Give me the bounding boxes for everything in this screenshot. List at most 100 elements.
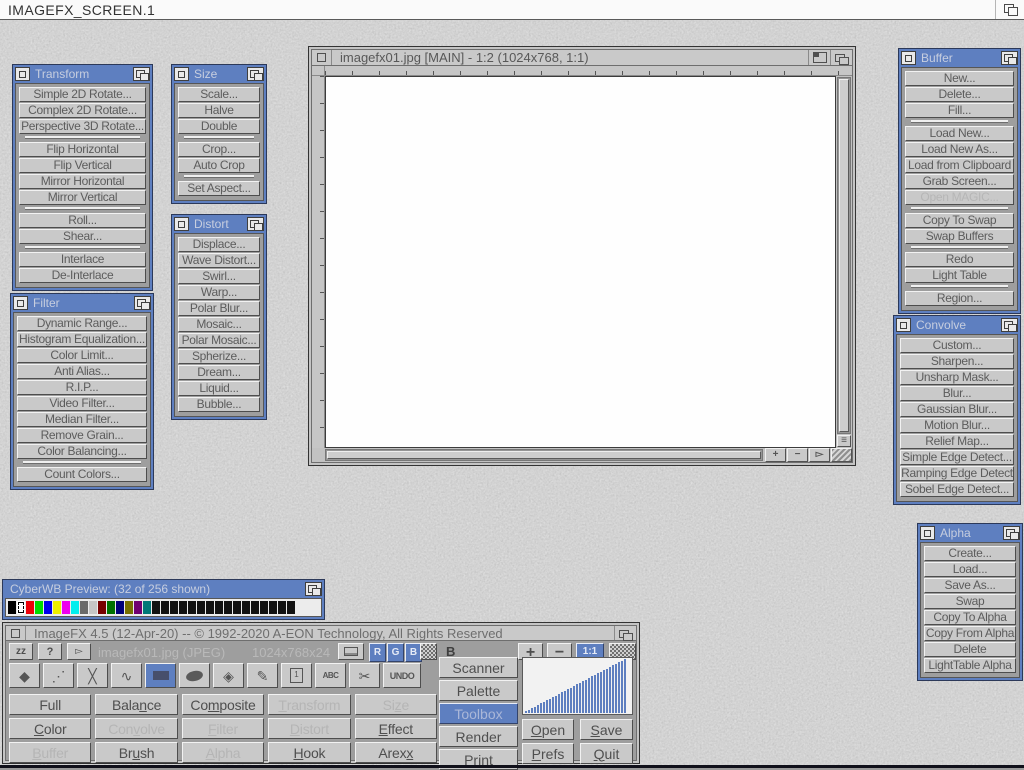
close-gadget[interactable] <box>174 217 189 231</box>
create-button[interactable]: Create... <box>924 546 1016 561</box>
color-swatch[interactable] <box>125 601 133 614</box>
flip-horizontal-button[interactable]: Flip Horizontal <box>19 142 146 157</box>
dream-button[interactable]: Dream... <box>178 365 260 380</box>
color-swatch[interactable] <box>71 601 79 614</box>
histogram-equalization-button[interactable]: Histogram Equalization... <box>17 332 147 347</box>
ellipse-tool[interactable] <box>179 663 210 688</box>
channel-g-button[interactable]: G <box>387 643 404 662</box>
scanner-button[interactable]: Scanner <box>439 657 518 678</box>
close-gadget[interactable] <box>920 526 935 540</box>
mirror-horizontal-button[interactable]: Mirror Horizontal <box>19 174 146 189</box>
color-button[interactable]: Color <box>9 718 91 739</box>
iconify-button[interactable]: zz <box>9 643 33 660</box>
window-titlebar[interactable]: Size <box>174 67 264 81</box>
depth-gadget[interactable] <box>133 67 150 81</box>
color-swatch[interactable] <box>143 601 151 614</box>
count-colors-button[interactable]: Count Colors... <box>17 467 147 482</box>
color-swatch[interactable] <box>107 601 115 614</box>
color-swatch[interactable] <box>8 601 16 614</box>
undo-button[interactable]: UNDO <box>383 663 421 688</box>
close-gadget[interactable] <box>6 626 26 640</box>
load-button[interactable]: Load... <box>924 562 1016 577</box>
color-swatch[interactable] <box>98 601 106 614</box>
copy-from-alpha-button[interactable]: Copy From Alpha <box>924 626 1016 641</box>
polygon-tool[interactable]: ◈ <box>213 663 244 688</box>
depth-gadget[interactable] <box>1001 51 1018 65</box>
prefs-button[interactable]: Prefs <box>522 743 574 764</box>
ramping-edge-detect-button[interactable]: Ramping Edge Detect <box>900 466 1014 481</box>
depth-gadget[interactable] <box>305 582 322 596</box>
line-tool[interactable]: ╳ <box>77 663 108 688</box>
color-swatch[interactable] <box>260 601 268 614</box>
fill-polygon-tool[interactable]: ✎ <box>247 663 278 688</box>
depth-gadget[interactable] <box>830 50 852 65</box>
swap-button[interactable]: Swap <box>924 594 1016 609</box>
hscroll-thumb[interactable] <box>327 451 761 459</box>
warp-button[interactable]: Warp... <box>178 285 260 300</box>
image-canvas[interactable] <box>325 76 836 448</box>
scale-button[interactable]: Scale... <box>178 87 260 102</box>
screen-depth-gadget[interactable] <box>995 0 1024 19</box>
color-swatch[interactable] <box>35 601 43 614</box>
close-gadget[interactable] <box>15 67 30 81</box>
ruler-toggle-button[interactable]: ≡ <box>837 435 851 447</box>
window-titlebar[interactable]: Convolve <box>896 318 1018 332</box>
depth-gadget[interactable] <box>247 217 264 231</box>
color-swatch[interactable] <box>161 601 169 614</box>
color-swatch[interactable] <box>44 601 52 614</box>
point-tool[interactable]: ◆ <box>9 663 40 688</box>
remove-grain-button[interactable]: Remove Grain... <box>17 428 147 443</box>
perspective-3d-rotate-button[interactable]: Perspective 3D Rotate... <box>19 119 146 134</box>
effect-button[interactable]: Effect <box>355 718 437 739</box>
color-swatch[interactable] <box>269 601 277 614</box>
text-tool[interactable]: ABC <box>315 663 346 688</box>
screen-mode-button[interactable] <box>338 643 364 660</box>
median-filter-button[interactable]: Median Filter... <box>17 412 147 427</box>
arexx-button[interactable]: Arexx <box>355 742 437 763</box>
color-swatch[interactable] <box>62 601 70 614</box>
color-swatch[interactable] <box>89 601 97 614</box>
close-gadget[interactable] <box>312 50 332 65</box>
color-swatch[interactable] <box>80 601 88 614</box>
unsharp-mask-button[interactable]: Unsharp Mask... <box>900 370 1014 385</box>
depth-gadget[interactable] <box>247 67 264 81</box>
window-titlebar[interactable]: Filter <box>13 296 151 310</box>
swap-buffers-button[interactable]: Swap Buffers <box>905 229 1014 244</box>
load-from-clipboard-button[interactable]: Load from Clipboard <box>905 158 1014 173</box>
zoom-out-button[interactable]: − <box>787 448 808 462</box>
close-gadget[interactable] <box>896 318 911 332</box>
color-swatch[interactable] <box>116 601 124 614</box>
r-i-p-button[interactable]: R.I.P... <box>17 380 147 395</box>
color-swatch[interactable] <box>179 601 187 614</box>
cyberwb-titlebar[interactable]: CyberWB Preview: (32 of 256 shown) <box>5 582 322 596</box>
pan-button[interactable]: ▻ <box>809 448 830 462</box>
color-swatch[interactable] <box>134 601 142 614</box>
box-tool[interactable] <box>145 663 176 688</box>
simple-2d-rotate-button[interactable]: Simple 2D Rotate... <box>19 87 146 102</box>
roll-button[interactable]: Roll... <box>19 213 146 228</box>
toolbar-titlebar[interactable]: ImageFX 4.5 (12-Apr-20) -- © 1992-2020 A… <box>5 625 637 641</box>
vscroll-track[interactable] <box>837 77 851 434</box>
run-button[interactable]: ▻ <box>67 643 91 660</box>
custom-button[interactable]: Custom... <box>900 338 1014 353</box>
curve-tool[interactable]: ∿ <box>111 663 142 688</box>
color-swatch[interactable] <box>287 601 295 614</box>
lighttable-alpha-button[interactable]: LightTable Alpha <box>924 658 1016 673</box>
color-swatch[interactable] <box>152 601 160 614</box>
resize-grip[interactable] <box>831 448 852 462</box>
quit-button[interactable]: Quit <box>580 743 633 764</box>
relief-map-button[interactable]: Relief Map... <box>900 434 1014 449</box>
full-button[interactable]: Full <box>9 694 91 715</box>
polar-mosaic-button[interactable]: Polar Mosaic... <box>178 333 260 348</box>
color-swatch[interactable] <box>251 601 259 614</box>
de-interlace-button[interactable]: De-Interlace <box>19 268 146 283</box>
depth-gadget[interactable] <box>1001 318 1018 332</box>
delete-button[interactable]: Delete <box>924 642 1016 657</box>
double-button[interactable]: Double <box>178 119 260 134</box>
window-titlebar[interactable]: Distort <box>174 217 264 231</box>
dynamic-range-button[interactable]: Dynamic Range... <box>17 316 147 331</box>
color-swatch[interactable] <box>215 601 223 614</box>
copy-to-swap-button[interactable]: Copy To Swap <box>905 213 1014 228</box>
depth-gadget[interactable] <box>134 296 151 310</box>
polar-blur-button[interactable]: Polar Blur... <box>178 301 260 316</box>
